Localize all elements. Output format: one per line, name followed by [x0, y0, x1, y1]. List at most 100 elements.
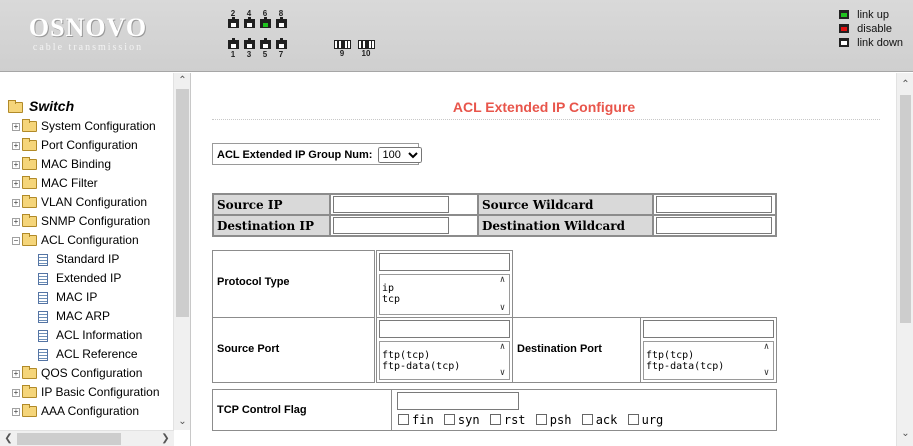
- list-option[interactable]: tcp: [382, 294, 509, 305]
- destination-wildcard-input[interactable]: [656, 217, 772, 234]
- plus-box-icon[interactable]: +: [12, 217, 20, 226]
- port-1[interactable]: 1: [226, 38, 240, 59]
- sidebar-item-mac-arp[interactable]: MAC ARP: [0, 307, 174, 326]
- sidebar-item-acl-configuration[interactable]: − ACL Configuration: [0, 231, 174, 250]
- destination-port-list[interactable]: ftp(tcp) ftp-data(tcp) ∧ ∨: [643, 341, 774, 380]
- scrollbar-thumb[interactable]: [176, 89, 189, 317]
- scrollbar-thumb[interactable]: [900, 95, 911, 323]
- flag-fin[interactable]: fin: [398, 413, 434, 427]
- flag-rst[interactable]: rst: [489, 413, 526, 427]
- scroll-up-arrow-icon[interactable]: ∧: [496, 275, 509, 286]
- source-ip-input[interactable]: [333, 196, 449, 213]
- listbox-scrollbar[interactable]: ∧ ∨: [760, 342, 773, 379]
- list-option[interactable]: ftp(tcp): [646, 350, 773, 361]
- port-2[interactable]: 2: [226, 9, 240, 29]
- scroll-down-arrow-icon[interactable]: ⌄: [897, 426, 913, 442]
- group-num-select[interactable]: 100: [377, 147, 422, 163]
- scroll-right-arrow-icon[interactable]: ❯: [157, 431, 174, 446]
- port-6[interactable]: 6: [258, 9, 272, 29]
- scroll-up-arrow-icon[interactable]: ⌃: [897, 77, 913, 93]
- sidebar-item-acl-information[interactable]: ACL Information: [0, 326, 174, 345]
- listbox-scrollbar[interactable]: ∧ ∨: [496, 342, 509, 379]
- scroll-down-arrow-icon[interactable]: ⌄: [174, 414, 190, 430]
- port-3[interactable]: 3: [242, 38, 256, 59]
- flag-label: fin: [412, 413, 434, 427]
- checkbox-icon[interactable]: [489, 414, 501, 425]
- scroll-up-arrow-icon[interactable]: ∧: [496, 342, 509, 353]
- sidebar-item-label: MAC ARP: [56, 309, 111, 323]
- source-port-list[interactable]: ftp(tcp) ftp-data(tcp) ∧ ∨: [379, 341, 510, 380]
- port-10[interactable]: 10: [357, 40, 375, 58]
- scroll-down-arrow-icon[interactable]: ∨: [760, 368, 773, 379]
- sidebar-horizontal-scrollbar[interactable]: ❮ ❯: [0, 430, 174, 446]
- source-wildcard-input[interactable]: [656, 196, 772, 213]
- checkbox-icon[interactable]: [443, 414, 455, 425]
- minus-box-icon[interactable]: −: [12, 236, 20, 245]
- destination-port-input[interactable]: [643, 320, 774, 338]
- flag-syn[interactable]: syn: [443, 413, 480, 427]
- plus-box-icon[interactable]: +: [12, 198, 20, 207]
- sidebar-item-mac-filter[interactable]: + MAC Filter: [0, 174, 174, 193]
- sidebar-item-port-configuration[interactable]: + Port Configuration: [0, 136, 174, 155]
- sidebar-item-mac-binding[interactable]: + MAC Binding: [0, 155, 174, 174]
- sidebar-item-standard-ip[interactable]: Standard IP: [0, 250, 174, 269]
- destination-ip-input[interactable]: [333, 217, 449, 234]
- sidebar-item-aaa-configuration[interactable]: + AAA Configuration: [0, 402, 174, 421]
- list-option[interactable]: ftp(tcp): [382, 350, 509, 361]
- sidebar-item-snmp-configuration[interactable]: + SNMP Configuration: [0, 212, 174, 231]
- sfp-port-icon: [357, 40, 375, 49]
- list-option[interactable]: ftp-data(tcp): [646, 361, 773, 372]
- scroll-down-arrow-icon[interactable]: ∨: [496, 368, 509, 379]
- list-option[interactable]: ip: [382, 283, 509, 294]
- source-port-input[interactable]: [379, 320, 510, 338]
- checkbox-icon[interactable]: [535, 414, 547, 425]
- sidebar-item-vlan-configuration[interactable]: + VLAN Configuration: [0, 193, 174, 212]
- scroll-up-arrow-icon[interactable]: ⌃: [174, 73, 190, 89]
- plus-box-icon[interactable]: +: [12, 407, 20, 416]
- listbox-scrollbar[interactable]: ∧ ∨: [496, 275, 509, 314]
- plus-box-icon[interactable]: +: [12, 122, 20, 131]
- port-7[interactable]: 7: [274, 38, 288, 59]
- flag-psh[interactable]: psh: [535, 413, 572, 427]
- flag-ack[interactable]: ack: [581, 413, 617, 427]
- scroll-left-arrow-icon[interactable]: ❮: [0, 431, 17, 446]
- tree-root-switch[interactable]: Switch: [0, 95, 174, 117]
- sidebar-item-qos-configuration[interactable]: + QOS Configuration: [0, 364, 174, 383]
- checkbox-icon[interactable]: [581, 414, 593, 425]
- group-num-row: ACL Extended IP Group Num: 100: [212, 143, 422, 165]
- flag-label: psh: [549, 413, 572, 427]
- sidebar-item-system-configuration[interactable]: + System Configuration: [0, 117, 174, 136]
- scroll-up-arrow-icon[interactable]: ∧: [760, 342, 773, 353]
- sidebar-item-label: Extended IP: [56, 271, 122, 285]
- plus-box-icon[interactable]: +: [12, 160, 20, 169]
- main-vertical-scrollbar[interactable]: ⌃ ⌄: [896, 73, 913, 446]
- scrollbar-thumb[interactable]: [17, 433, 121, 445]
- checkbox-icon[interactable]: [627, 414, 639, 425]
- plus-box-icon[interactable]: +: [12, 369, 20, 378]
- sidebar-item-mac-ip[interactable]: MAC IP: [0, 288, 174, 307]
- destination-wildcard-label: Destination Wildcard: [478, 215, 653, 236]
- port-5[interactable]: 5: [258, 38, 272, 59]
- port-9[interactable]: 9: [333, 40, 351, 58]
- list-option[interactable]: ftp-data(tcp): [382, 361, 509, 372]
- plus-box-icon[interactable]: +: [12, 141, 20, 150]
- protocol-type-input[interactable]: [379, 253, 510, 271]
- protocol-type-list[interactable]: ip tcp ∧ ∨: [379, 274, 510, 315]
- sidebar-item-extended-ip[interactable]: Extended IP: [0, 269, 174, 288]
- sidebar-item-ip-basic-configuration[interactable]: + IP Basic Configuration: [0, 383, 174, 402]
- sidebar-item-label: QOS Configuration: [41, 366, 143, 380]
- tcp-flag-input[interactable]: [397, 392, 519, 410]
- scroll-down-arrow-icon[interactable]: ∨: [496, 303, 509, 314]
- checkbox-icon[interactable]: [398, 414, 409, 425]
- sidebar-item-label: ACL Reference: [56, 347, 138, 361]
- destination-ip-label: Destination IP: [213, 215, 330, 236]
- port-4[interactable]: 4: [242, 9, 256, 29]
- flag-urg[interactable]: urg: [627, 413, 663, 427]
- plus-box-icon[interactable]: +: [12, 179, 20, 188]
- sidebar-item-acl-reference[interactable]: ACL Reference: [0, 345, 174, 364]
- port-status-icon: [839, 38, 850, 47]
- port-8[interactable]: 8: [274, 9, 288, 29]
- sidebar-vertical-scrollbar[interactable]: ⌃ ⌄: [173, 73, 190, 430]
- plus-box-icon[interactable]: +: [12, 388, 20, 397]
- main-content: ACL Extended IP Configure ACL Extended I…: [192, 73, 913, 446]
